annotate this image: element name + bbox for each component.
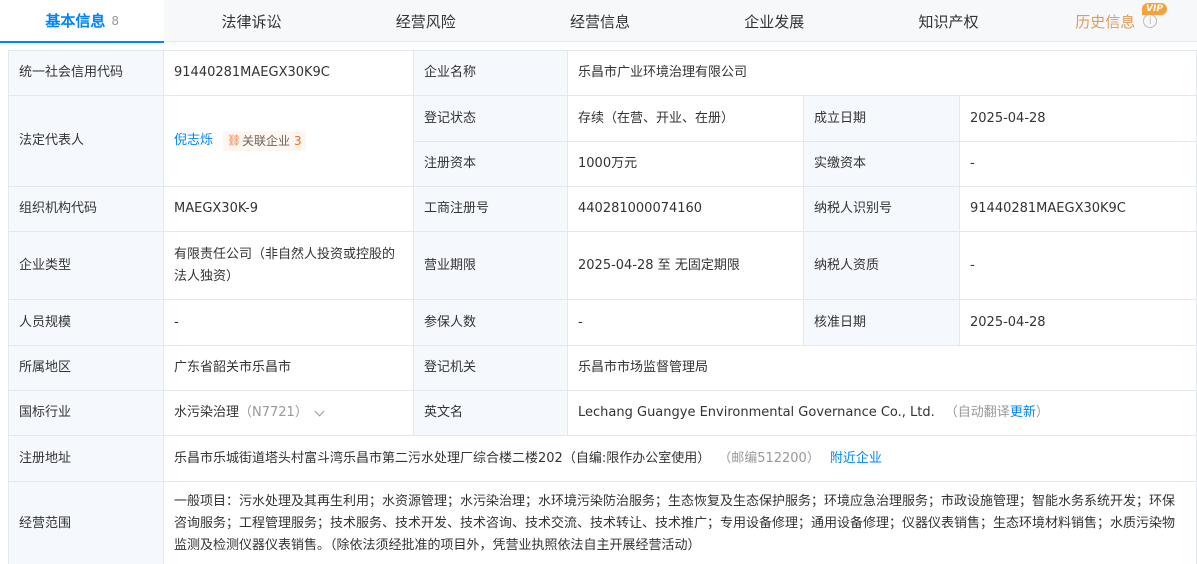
field-label: 纳税人资质 <box>804 232 960 300</box>
table-row: 人员规模 - 参保人数 - 核准日期 2025-04-28 <box>9 300 1197 346</box>
tab-basic-info[interactable]: 基本信息 8 <box>0 0 165 43</box>
field-label: 企业名称 <box>414 51 568 96</box>
field-label: 组织机构代码 <box>9 187 164 232</box>
basic-info-table: 统一社会信用代码 91440281MAEGX30K9C 企业名称 乐昌市广业环境… <box>8 50 1197 564</box>
english-name-cell: Lechang Guangye Environmental Governance… <box>568 391 1197 436</box>
tab-risk[interactable]: 经营风险 <box>339 0 513 42</box>
english-name-value: Lechang Guangye Environmental Governance… <box>578 405 935 420</box>
auto-translate-note: （自动翻译 <box>944 405 1010 420</box>
related-companies-tag[interactable]: ⛓ 关联企业 3 <box>223 131 306 151</box>
tab-label: 法律诉讼 <box>221 12 282 31</box>
legal-rep-cell: 倪志烁 ⛓ 关联企业 3 <box>164 96 414 187</box>
field-label: 国标行业 <box>9 391 164 436</box>
staff-size-value: - <box>164 300 414 346</box>
auto-translate-note-end: ） <box>1035 405 1049 420</box>
industry-code: （N7721） <box>239 405 308 420</box>
field-label: 经营范围 <box>9 482 164 564</box>
tab-label: 企业发展 <box>744 12 805 31</box>
company-type-value: 有限责任公司（非自然人投资或控股的法人独资） <box>164 232 414 300</box>
table-row: 经营范围 一般项目：污水处理及其再生利用；水资源管理；水污染治理；水环境污染防治… <box>9 482 1197 564</box>
field-label: 核准日期 <box>804 300 960 346</box>
paid-capital-value: - <box>960 142 1197 187</box>
field-label: 登记机关 <box>414 346 568 391</box>
insured-value: - <box>568 300 804 346</box>
field-label: 英文名 <box>414 391 568 436</box>
field-label: 营业期限 <box>414 232 568 300</box>
tab-bar: 基本信息 8 法律诉讼 经营风险 经营信息 企业发展 知识产权 历史信息 VIP… <box>0 0 1197 43</box>
table-row: 组织机构代码 MAEGX30K-9 工商注册号 440281000074160 … <box>9 187 1197 232</box>
related-count: 3 <box>294 134 302 148</box>
field-label: 企业类型 <box>9 232 164 300</box>
info-icon[interactable]: i <box>1143 14 1158 28</box>
field-label: 所属地区 <box>9 346 164 391</box>
field-label: 参保人数 <box>414 300 568 346</box>
postcode: （邮编512200） <box>718 450 820 466</box>
biz-term-value: 2025-04-28 至 无固定期限 <box>568 232 804 300</box>
chevron-down-icon[interactable] <box>314 406 325 416</box>
biz-reg-no-value: 440281000074160 <box>568 187 804 232</box>
est-date-value: 2025-04-28 <box>960 96 1197 142</box>
tab-ip[interactable]: 知识产权 <box>861 0 1035 42</box>
reg-authority-value: 乐昌市市场监督管理局 <box>568 346 1197 391</box>
update-translation-link[interactable]: 更新 <box>1010 402 1036 424</box>
nearby-companies-link[interactable]: 附近企业 <box>830 448 882 470</box>
tab-label: 历史信息 <box>1075 12 1136 31</box>
reg-capital-value: 1000万元 <box>568 142 804 187</box>
tab-label: 经营信息 <box>569 12 630 31</box>
field-label: 工商注册号 <box>414 187 568 232</box>
tab-badge: 8 <box>111 13 119 28</box>
tab-legal[interactable]: 法律诉讼 <box>164 0 338 42</box>
reg-status-value: 存续（在营、开业、在册） <box>568 96 804 142</box>
table-row: 登记状态 存续（在营、开业、在册） 成立日期 2025-04-28 <box>414 96 1197 142</box>
industry-value: 水污染治理 <box>174 405 240 420</box>
field-label: 实缴资本 <box>804 142 960 187</box>
field-label: 注册资本 <box>414 142 568 187</box>
related-icon: ⛓ <box>227 134 241 147</box>
reg-address-value: 乐昌市乐城街道塔头村富斗湾乐昌市第二污水处理厂综合楼二楼202（自编:限作办公室… <box>174 450 711 466</box>
table-row: 法定代表人 倪志烁 ⛓ 关联企业 3 登记状态 存续（在营、开业、在册） 成立日… <box>9 96 1197 187</box>
field-label: 注册地址 <box>9 436 164 482</box>
tab-label: 经营风险 <box>395 12 456 31</box>
tab-development[interactable]: 企业发展 <box>687 0 861 42</box>
table-row: 统一社会信用代码 91440281MAEGX30K9C 企业名称 乐昌市广业环境… <box>9 51 1197 96</box>
table-row: 注册地址 乐昌市乐城街道塔头村富斗湾乐昌市第二污水处理厂综合楼二楼202（自编:… <box>9 436 1197 482</box>
biz-scope-value: 一般项目：污水处理及其再生利用；水资源管理；水污染治理；水环境污染防治服务；生态… <box>164 482 1197 564</box>
tab-label: 基本信息 <box>45 12 106 30</box>
table-row: 国标行业 水污染治理 （N7721） 英文名 Lechang Guangye E… <box>9 391 1197 436</box>
approve-date-value: 2025-04-28 <box>960 300 1197 346</box>
legal-rep-link[interactable]: 倪志烁 <box>174 130 213 152</box>
related-label: 关联企业 <box>242 134 291 148</box>
legal-rep-right-block: 登记状态 存续（在营、开业、在册） 成立日期 2025-04-28 注册资本 1… <box>414 96 1197 187</box>
credit-code-value: 91440281MAEGX30K9C <box>164 51 414 96</box>
field-label: 纳税人识别号 <box>804 187 960 232</box>
field-label: 法定代表人 <box>9 96 164 187</box>
table-row: 企业类型 有限责任公司（非自然人投资或控股的法人独资） 营业期限 2025-04… <box>9 232 1197 300</box>
taxpayer-qual-value: - <box>960 232 1197 300</box>
field-label: 人员规模 <box>9 300 164 346</box>
field-label: 成立日期 <box>804 96 960 142</box>
company-name-value: 乐昌市广业环境治理有限公司 <box>568 51 1197 96</box>
taxpayer-id-value: 91440281MAEGX30K9C <box>960 187 1197 232</box>
tab-operation[interactable]: 经营信息 <box>513 0 687 42</box>
reg-address-cell: 乐昌市乐城街道塔头村富斗湾乐昌市第二污水处理厂综合楼二楼202（自编:限作办公室… <box>164 436 1197 482</box>
tab-history[interactable]: 历史信息 VIP i <box>1036 0 1197 42</box>
vip-badge: VIP <box>1142 3 1167 15</box>
table-row: 注册资本 1000万元 实缴资本 - <box>414 142 1197 187</box>
industry-cell[interactable]: 水污染治理 （N7721） <box>164 391 414 436</box>
org-code-value: MAEGX30K-9 <box>164 187 414 232</box>
field-label: 登记状态 <box>414 96 568 142</box>
region-value: 广东省韶关市乐昌市 <box>164 346 414 391</box>
table-row: 所属地区 广东省韶关市乐昌市 登记机关 乐昌市市场监督管理局 <box>9 346 1197 391</box>
field-label: 统一社会信用代码 <box>9 51 164 96</box>
tab-label: 知识产权 <box>918 12 979 31</box>
